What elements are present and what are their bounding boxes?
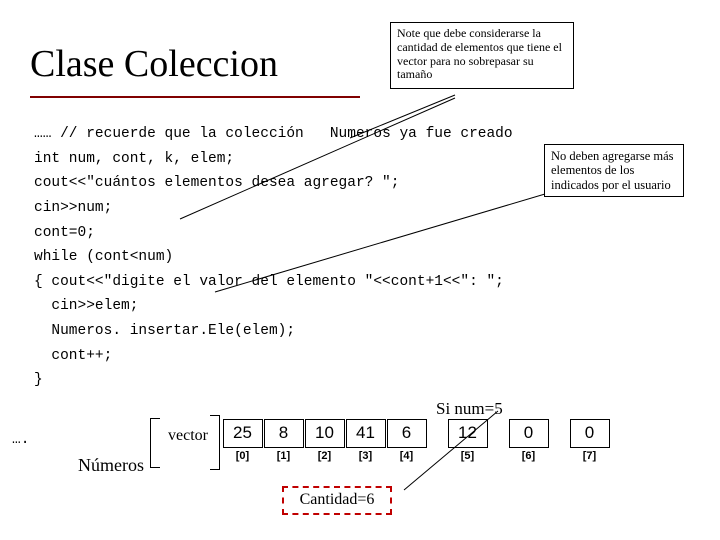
note-top: Note que debe considerarse la cantidad d… [390,22,574,89]
code-line-8: cin>>elem; [34,298,138,314]
code-line-5: cont=0; [34,225,95,241]
array-idx: [2] [304,450,345,462]
code-ellipsis: …. [12,432,29,448]
array-cell: 6[4] [386,419,427,462]
array-val: 6 [387,419,427,448]
numeros-label: Números [78,455,144,476]
array-idx: [1] [263,450,304,462]
array-cell: 0[7] [569,419,610,462]
array-val: 41 [346,419,386,448]
bracket-left [150,418,160,468]
array-idx: [0] [222,450,263,462]
code-line-2: int num, cont, k, elem; [34,151,234,167]
array-cell: 12[5] [447,419,488,462]
array-idx: [3] [345,450,386,462]
array-cell: 41[3] [345,419,386,462]
array-val: 0 [570,419,610,448]
array-cell: 8[1] [263,419,304,462]
array-cell: 10[2] [304,419,345,462]
array-idx: [6] [508,450,549,462]
code-line-11: } [34,372,43,388]
code-line-1b: Numeros ya fue creado [304,126,513,142]
code-line-1a: …… // recuerde que la colección [34,126,304,142]
vector-label: vector [168,427,208,445]
code-line-3: cout<<"cuántos elementos desea agregar? … [34,175,399,191]
sinum-label: Si num=5 [436,399,503,419]
array-cell: 0[6] [508,419,549,462]
array-visual: 25[0] 8[1] 10[2] 41[3] 6[4] 12[5] 0[6] 0… [222,419,610,462]
array-val: 8 [264,419,304,448]
array-idx: [5] [447,450,488,462]
array-val: 10 [305,419,345,448]
code-line-4: cin>>num; [34,200,112,216]
array-idx: [4] [386,450,427,462]
slide-title: Clase Coleccion [30,36,360,96]
array-cell: 25[0] [222,419,263,462]
code-line-7: { cout<<"digite el valor del elemento "<… [34,274,504,290]
array-idx: [7] [569,450,610,462]
bracket-right [210,415,220,470]
note-right: No deben agregarse más elementos de los … [544,144,684,197]
code-line-9: Numeros. insertar.Ele(elem); [34,323,295,339]
code-block: …… // recuerde que la colección Numeros … [34,122,513,393]
array-val: 25 [223,419,263,448]
array-val: 12 [448,419,488,448]
array-val: 0 [509,419,549,448]
code-line-10: cont++; [34,348,112,364]
cantidad-box: Cantidad=6 [282,486,392,515]
title-container: Clase Coleccion [30,36,360,98]
code-line-6: while (cont<num) [34,249,173,265]
